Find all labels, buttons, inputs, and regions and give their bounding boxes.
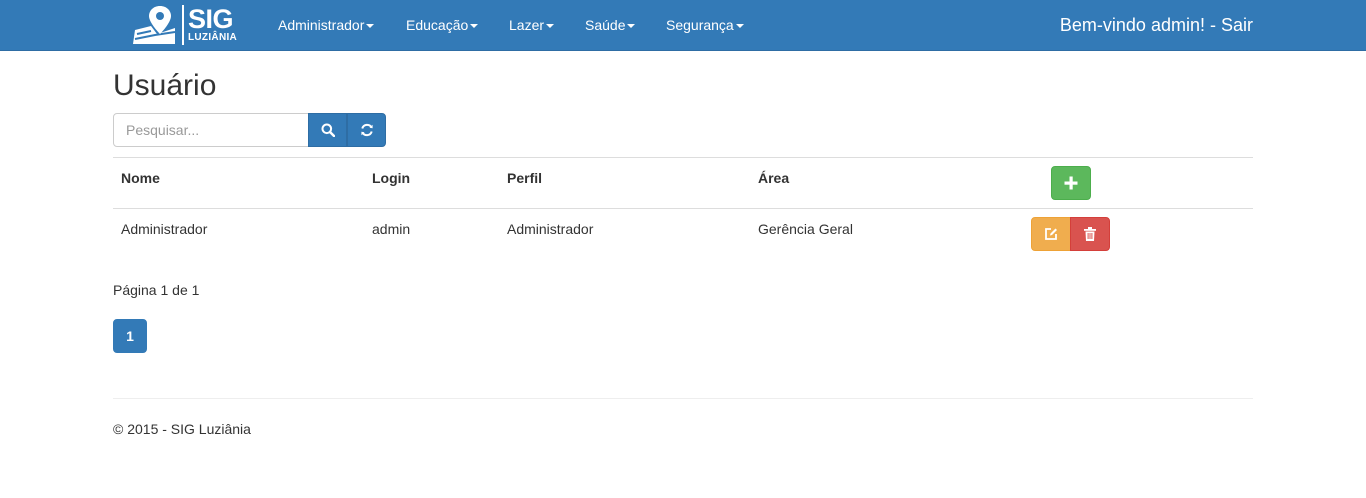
table-top-border bbox=[113, 157, 1253, 158]
welcome-separator: - bbox=[1204, 15, 1221, 35]
trash-icon bbox=[1084, 227, 1096, 241]
edit-icon bbox=[1045, 228, 1057, 240]
nav-item-label: Educação bbox=[406, 17, 469, 33]
brand-divider bbox=[182, 5, 184, 45]
welcome-text: Bem-vindo admin! bbox=[1059, 15, 1205, 35]
table-header-border bbox=[113, 208, 1253, 209]
add-user-button[interactable] bbox=[1051, 166, 1091, 200]
search-input[interactable] bbox=[113, 113, 309, 147]
refresh-icon bbox=[360, 123, 373, 137]
brand-logo[interactable]: SIG LUZIÂNIA bbox=[131, 4, 241, 46]
caret-down-icon bbox=[627, 24, 636, 29]
nav-item-seguranca[interactable]: Segurança bbox=[666, 0, 744, 50]
plus-icon bbox=[1064, 176, 1078, 190]
caret-down-icon bbox=[366, 24, 375, 29]
brand-subtitle: LUZIÂNIA bbox=[188, 32, 238, 43]
edit-user-button[interactable] bbox=[1031, 217, 1071, 251]
footer-copyright: © 2015 - SIG Luziânia bbox=[113, 421, 251, 437]
cell-perfil: Administrador bbox=[507, 221, 594, 237]
nav-item-label: Administrador bbox=[278, 17, 365, 33]
cell-area: Gerência Geral bbox=[758, 221, 853, 237]
page-title: Usuário bbox=[113, 69, 217, 102]
nav-item-educacao[interactable]: Educação bbox=[406, 0, 479, 50]
nav-item-lazer[interactable]: Lazer bbox=[509, 0, 555, 50]
column-header-nome: Nome bbox=[121, 170, 160, 186]
footer-divider bbox=[113, 398, 1253, 399]
nav-item-saude[interactable]: Saúde bbox=[585, 0, 636, 50]
map-pin-icon bbox=[133, 6, 176, 44]
refresh-button[interactable] bbox=[347, 113, 386, 147]
caret-down-icon bbox=[546, 24, 555, 29]
caret-down-icon bbox=[470, 24, 479, 29]
page-button-1[interactable]: 1 bbox=[113, 319, 147, 353]
nav-item-label: Saúde bbox=[585, 17, 626, 33]
nav-item-administrador[interactable]: Administrador bbox=[278, 0, 375, 50]
cell-nome: Administrador bbox=[121, 221, 208, 237]
caret-down-icon bbox=[735, 24, 744, 29]
welcome-area: Bem-vindo admin! - Sair bbox=[1060, 0, 1253, 50]
pagination-info: Página 1 de 1 bbox=[113, 282, 200, 298]
logout-link[interactable]: Sair bbox=[1221, 15, 1253, 35]
column-header-area: Área bbox=[758, 170, 790, 186]
search-button[interactable] bbox=[308, 113, 347, 147]
brand-title: SIG bbox=[188, 4, 234, 34]
nav-item-label: Segurança bbox=[666, 17, 734, 33]
delete-user-button[interactable] bbox=[1070, 217, 1110, 251]
column-header-login: Login bbox=[372, 170, 411, 186]
column-header-perfil: Perfil bbox=[507, 170, 543, 186]
top-navbar: SIG LUZIÂNIA Administrador Educação Laze… bbox=[0, 0, 1366, 51]
search-icon bbox=[321, 123, 335, 137]
cell-login: admin bbox=[372, 221, 411, 237]
nav-item-label: Lazer bbox=[509, 17, 545, 33]
